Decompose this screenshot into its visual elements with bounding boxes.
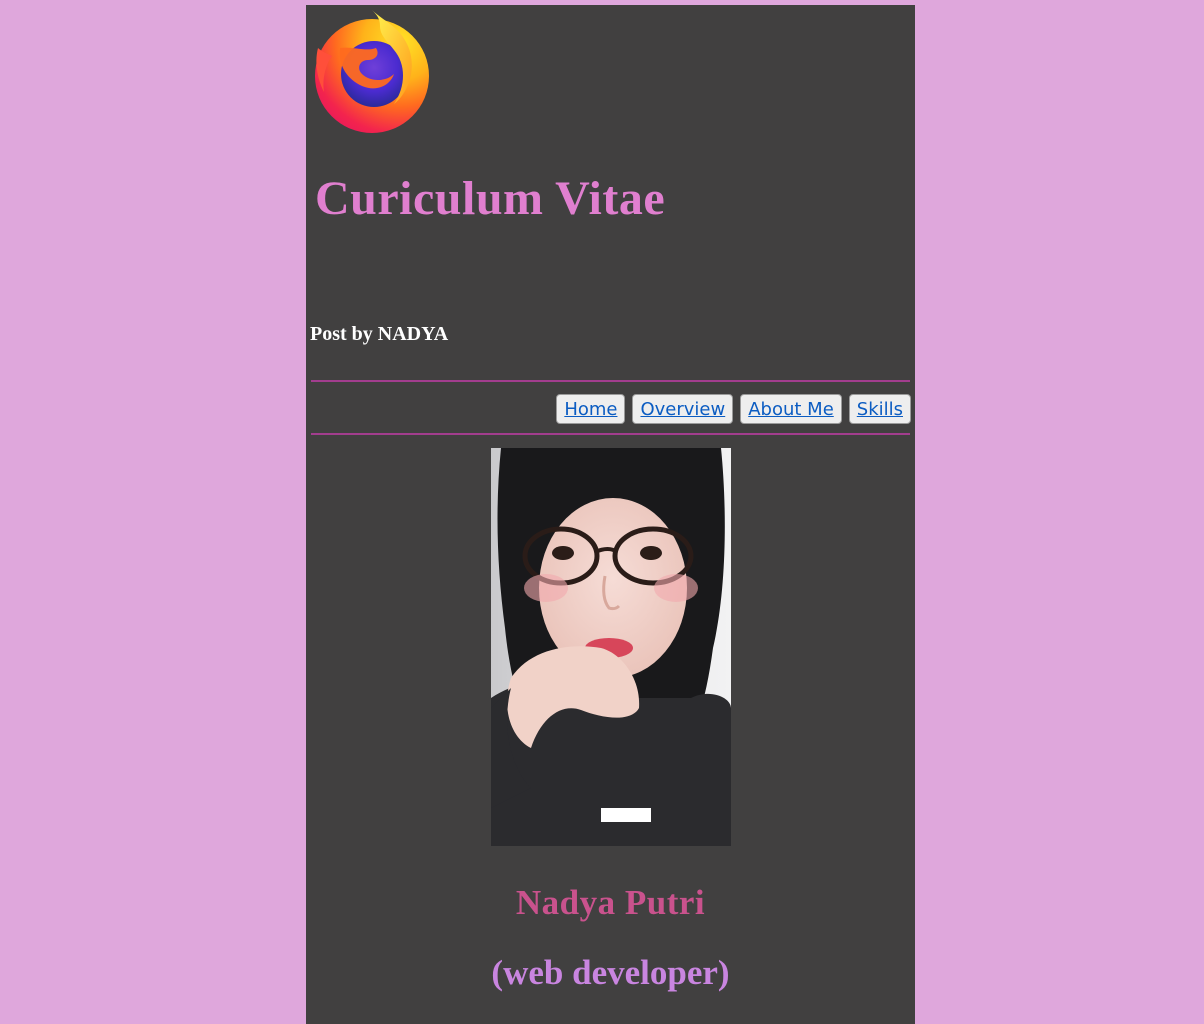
profile-role: (web developer) [491, 953, 730, 992]
post-author: Post by NADYA [310, 323, 449, 345]
divider-bottom [311, 433, 910, 435]
profile-name: Nadya Putri [515, 883, 706, 922]
page-container: Curiculum Vitae Post by NADYA Home Overv… [306, 5, 915, 1024]
divider-top [311, 380, 910, 382]
nav-overview-button[interactable]: Overview [632, 394, 734, 424]
firefox-logo-icon [310, 8, 434, 134]
nav-home-button[interactable]: Home [556, 394, 626, 424]
nav-skills-button[interactable]: Skills [848, 394, 911, 424]
page-title: Curiculum Vitae [315, 172, 666, 225]
profile-photo [491, 448, 731, 846]
nav-bar: Home Overview About Me Skills [556, 394, 911, 426]
nav-about-me-button[interactable]: About Me [740, 394, 842, 424]
